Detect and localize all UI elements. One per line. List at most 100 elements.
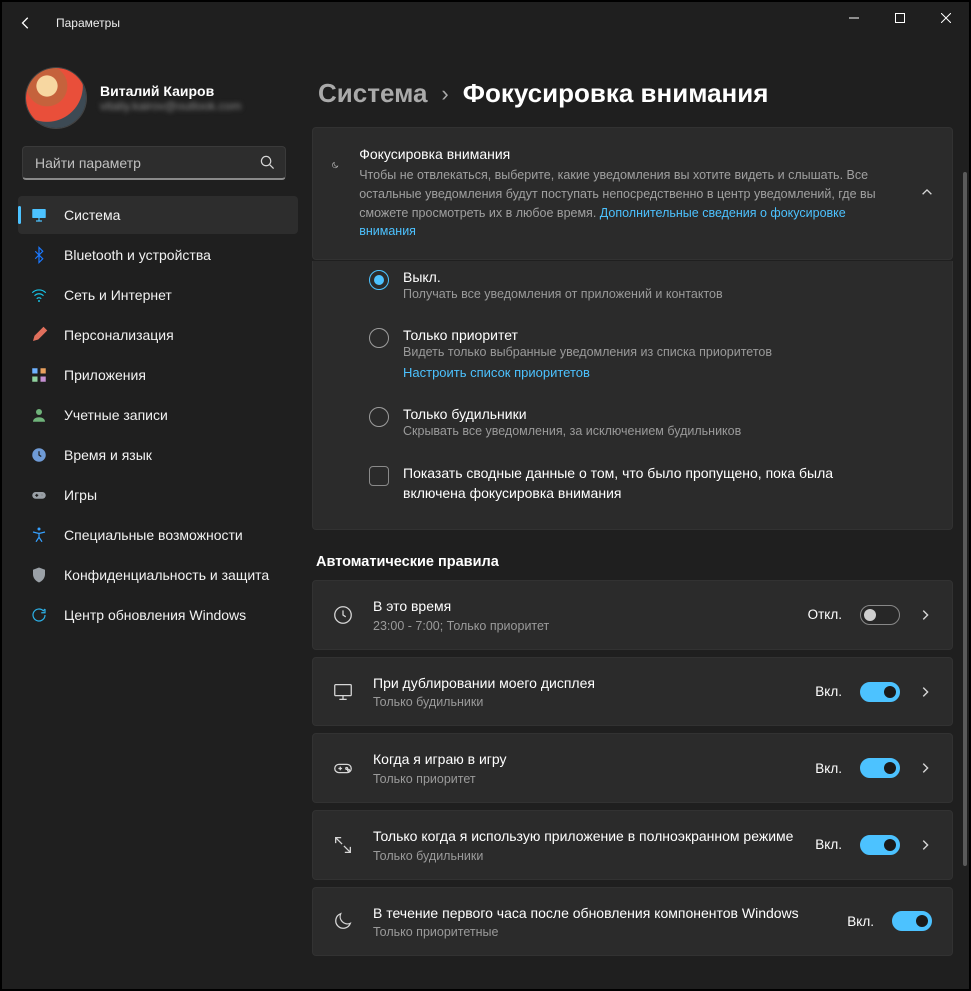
user-email: vitaliy.kairov@outlook.com [100,99,241,113]
mode-title: Только будильники [403,406,741,422]
user-name: Виталий Каиров [100,83,241,99]
sidebar-item-label: Система [64,207,120,223]
accessibility-icon [30,526,48,544]
mode-subtitle: Видеть только выбранные уведомления из с… [403,345,772,359]
mode-title: Только приоритет [403,327,772,343]
mode-subtitle: Получать все уведомления от приложений и… [403,287,723,301]
main-content: Система › Фокусировка внимания Фокусиров… [310,44,969,989]
rule-toggle-postupdate[interactable] [892,911,932,931]
sidebar-item-system[interactable]: Система [18,196,298,234]
breadcrumb-parent[interactable]: Система [318,78,427,109]
rule-state-label: Вкл. [815,761,842,776]
nav: Система Bluetooth и устройства Сеть и Инте… [2,192,302,634]
rule-toggle-mirror[interactable] [860,682,900,702]
update-icon [30,606,48,624]
gamepad-icon [331,756,355,780]
search-box[interactable] [22,146,286,180]
expand-icon [331,833,355,857]
rule-title: При дублировании моего дисплея [373,674,797,694]
sidebar-item-time[interactable]: Время и язык [18,436,298,474]
expand-collapse-button[interactable] [920,185,934,202]
mode-subtitle: Скрывать все уведомления, за исключением… [403,424,741,438]
chevron-right-icon [918,761,932,775]
network-icon [30,286,48,304]
personalization-icon [30,326,48,344]
accounts-icon [30,406,48,424]
sidebar-item-label: Специальные возможности [64,527,243,543]
rule-fullscreen[interactable]: Только когда я использую приложение в по… [312,810,953,880]
rule-title: Только когда я использую приложение в по… [373,827,797,847]
window-controls [831,2,969,34]
chevron-up-icon [920,185,934,199]
rule-title: В это время [373,597,790,617]
sidebar-item-label: Bluetooth и устройства [64,247,211,263]
gaming-icon [30,486,48,504]
sidebar-item-label: Конфиденциальность и защита [64,567,269,583]
apps-icon [30,366,48,384]
rule-subtitle: Только приоритетные [373,925,829,939]
summary-checkbox-row[interactable]: Показать сводные данные о том, что было … [369,464,932,503]
sidebar-item-privacy[interactable]: Конфиденциальность и защита [18,556,298,594]
settings-window: Параметры Виталий Каиров vitaliy.kairov@… [2,2,969,989]
sidebar-item-gaming[interactable]: Игры [18,476,298,514]
breadcrumb-separator: › [441,81,448,107]
chevron-right-icon [918,608,932,622]
clock-icon [331,603,355,627]
rule-subtitle: 23:00 - 7:00; Только приоритет [373,619,790,633]
mode-option-priority[interactable]: Только приоритет Видеть только выбранные… [369,327,932,380]
close-button[interactable] [923,2,969,34]
rule-subtitle: Только будильники [373,695,797,709]
rule-mirror[interactable]: При дублировании моего дисплея Только бу… [312,657,953,727]
focus-intro-card: Фокусировка внимания Чтобы не отвлекатьс… [312,127,953,260]
rule-game[interactable]: Когда я играю в игру Только приоритет Вк… [312,733,953,803]
search-input[interactable] [35,155,252,171]
rule-toggle-hours[interactable] [860,605,900,625]
rules-list: В это время 23:00 - 7:00; Только приорит… [310,580,953,956]
sidebar-item-accounts[interactable]: Учетные записи [18,396,298,434]
sidebar-item-update[interactable]: Центр обновления Windows [18,596,298,634]
rule-state-label: Вкл. [815,837,842,852]
maximize-button[interactable] [877,2,923,34]
minimize-button[interactable] [831,2,877,34]
mode-title: Выкл. [403,269,723,285]
priority-list-link[interactable]: Настроить список приоритетов [403,365,590,380]
user-profile[interactable]: Виталий Каиров vitaliy.kairov@outlook.co… [2,44,302,146]
system-icon [30,206,48,224]
scrollbar[interactable] [963,172,967,979]
radio-off[interactable] [369,270,389,290]
sidebar-item-personalization[interactable]: Персонализация [18,316,298,354]
rule-toggle-game[interactable] [860,758,900,778]
summary-checkbox[interactable] [369,466,389,486]
time-icon [30,446,48,464]
titlebar: Параметры [2,2,969,44]
mode-option-off[interactable]: Выкл. Получать все уведомления от прилож… [369,269,932,301]
rule-subtitle: Только приоритет [373,772,797,786]
app-title: Параметры [56,16,120,30]
radio-alarms[interactable] [369,407,389,427]
rule-subtitle: Только будильники [373,849,797,863]
rule-title: В течение первого часа после обновления … [373,904,829,924]
breadcrumb: Система › Фокусировка внимания [310,44,953,127]
summary-checkbox-label: Показать сводные данные о том, что было … [403,464,843,503]
sidebar-item-accessibility[interactable]: Специальные возможности [18,516,298,554]
page-title: Фокусировка внимания [463,78,769,109]
rule-state-label: Вкл. [815,684,842,699]
rule-hours[interactable]: В это время 23:00 - 7:00; Только приорит… [312,580,953,650]
sidebar-item-bluetooth[interactable]: Bluetooth и устройства [18,236,298,274]
mode-option-alarms[interactable]: Только будильники Скрывать все уведомлен… [369,406,932,438]
sidebar-item-label: Время и язык [64,447,152,463]
radio-priority[interactable] [369,328,389,348]
rule-state-label: Вкл. [847,914,874,929]
rule-state-label: Откл. [808,607,842,622]
sidebar-item-label: Учетные записи [64,407,168,423]
sidebar: Виталий Каиров vitaliy.kairov@outlook.co… [2,44,310,989]
monitor-icon [331,680,355,704]
avatar [26,68,86,128]
focus-intro-title: Фокусировка внимания [359,146,900,162]
rule-toggle-fullscreen[interactable] [860,835,900,855]
back-button[interactable] [10,7,42,39]
sidebar-item-network[interactable]: Сеть и Интернет [18,276,298,314]
rule-postupdate[interactable]: В течение первого часа после обновления … [312,887,953,957]
sidebar-item-apps[interactable]: Приложения [18,356,298,394]
rules-section-title: Автоматические правила [310,530,953,580]
